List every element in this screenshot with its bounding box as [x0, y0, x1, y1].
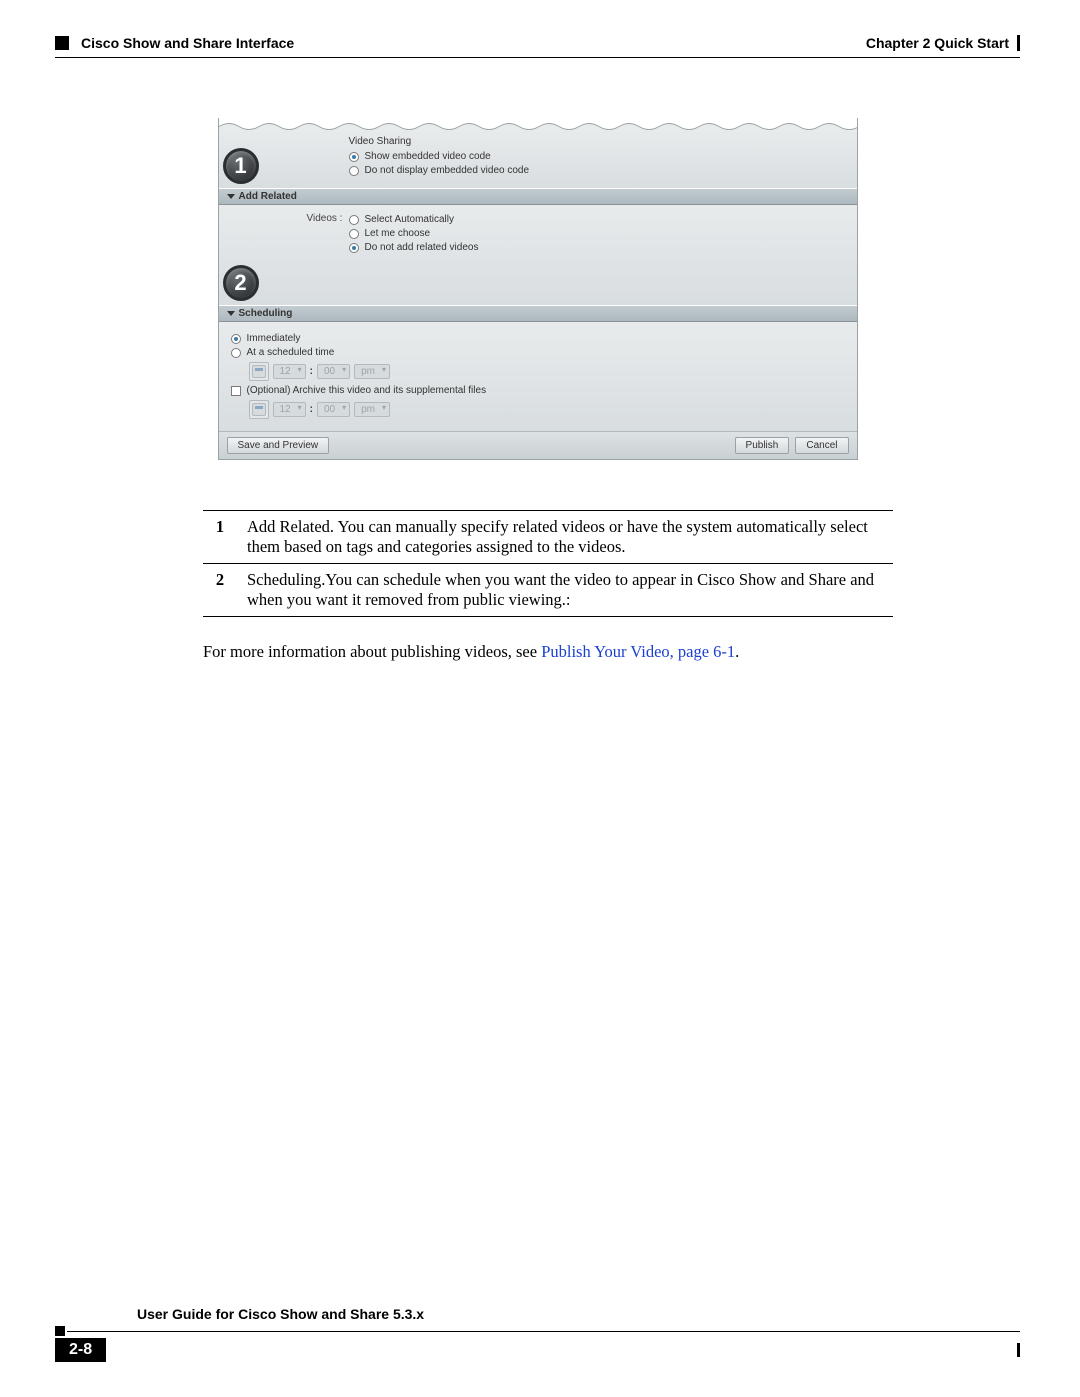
radio-immediately[interactable]	[231, 334, 241, 344]
archive-ampm-select[interactable]: pm	[354, 402, 390, 417]
archive-date-picker[interactable]	[249, 400, 269, 419]
callout-1-icon: 1	[223, 148, 259, 184]
section-title: Cisco Show and Share Interface	[81, 35, 294, 51]
ampm-select[interactable]: pm	[354, 364, 390, 379]
radio-select-auto[interactable]	[349, 215, 359, 225]
table-row: 2 Scheduling.You can schedule when you w…	[203, 564, 893, 617]
radio-no-embedded[interactable]	[349, 166, 359, 176]
cancel-button[interactable]: Cancel	[795, 437, 848, 454]
archive-minute-select[interactable]: 00	[317, 402, 350, 417]
header-marker	[55, 36, 69, 50]
save-preview-button[interactable]: Save and Preview	[227, 437, 330, 454]
footer-marker	[55, 1326, 65, 1336]
para-text: For more information about publishing vi…	[203, 642, 541, 661]
radio-no-related-label: Do not add related videos	[365, 242, 479, 253]
time-colon: :	[310, 366, 313, 377]
time-colon: :	[310, 404, 313, 415]
footer-rule	[67, 1331, 1020, 1332]
radio-let-me-choose-label: Let me choose	[365, 228, 431, 239]
radio-no-related[interactable]	[349, 243, 359, 253]
date-picker[interactable]	[249, 362, 269, 381]
callout-1-num: 1	[234, 153, 246, 179]
scheduling-header[interactable]: Scheduling	[219, 305, 857, 322]
screenshot-panel: 1 Video Sharing Show embedded video code…	[218, 118, 858, 460]
hour-select[interactable]: 12	[273, 364, 306, 379]
publish-video-link[interactable]: Publish Your Video, page 6-1	[541, 642, 735, 661]
table-row: 1 Add Related. You can manually specify …	[203, 511, 893, 564]
chapter-title: Chapter 2 Quick Start	[866, 35, 1009, 51]
table-text: Scheduling.You can schedule when you wan…	[237, 564, 893, 617]
radio-show-embedded[interactable]	[349, 152, 359, 162]
calendar-icon	[252, 403, 266, 416]
header-pipe	[1017, 35, 1020, 51]
add-related-title: Add Related	[239, 191, 297, 202]
callout-2-num: 2	[234, 270, 246, 296]
minute-select[interactable]: 00	[317, 364, 350, 379]
video-sharing-title: Video Sharing	[349, 136, 847, 147]
videos-label: Videos :	[307, 213, 343, 224]
footer-pipe	[1017, 1343, 1020, 1357]
radio-immediately-label: Immediately	[247, 333, 301, 344]
table-text: Add Related. You can manually specify re…	[237, 511, 893, 564]
callout-table: 1 Add Related. You can manually specify …	[203, 510, 893, 617]
scheduling-title: Scheduling	[239, 308, 293, 319]
publish-button[interactable]: Publish	[735, 437, 790, 454]
table-num: 1	[203, 511, 237, 564]
chevron-down-icon	[227, 194, 235, 199]
radio-scheduled[interactable]	[231, 348, 241, 358]
add-related-header[interactable]: Add Related	[219, 188, 857, 205]
torn-edge	[219, 118, 857, 130]
radio-select-auto-label: Select Automatically	[365, 214, 455, 225]
chevron-down-icon	[227, 311, 235, 316]
archive-label: (Optional) Archive this video and its su…	[247, 385, 487, 396]
archive-checkbox[interactable]	[231, 386, 241, 396]
table-num: 2	[203, 564, 237, 617]
archive-hour-select[interactable]: 12	[273, 402, 306, 417]
radio-let-me-choose[interactable]	[349, 229, 359, 239]
radio-show-embedded-label: Show embedded video code	[365, 151, 491, 162]
radio-no-embedded-label: Do not display embedded video code	[365, 165, 530, 176]
calendar-icon	[252, 365, 266, 378]
header-rule	[55, 57, 1020, 58]
para-end: .	[735, 642, 739, 661]
page-number: 2-8	[55, 1338, 106, 1362]
callout-2-icon: 2	[223, 265, 259, 301]
radio-scheduled-label: At a scheduled time	[247, 347, 335, 358]
footer-guide-title: User Guide for Cisco Show and Share 5.3.…	[137, 1306, 1020, 1322]
more-info-paragraph: For more information about publishing vi…	[203, 642, 1020, 662]
